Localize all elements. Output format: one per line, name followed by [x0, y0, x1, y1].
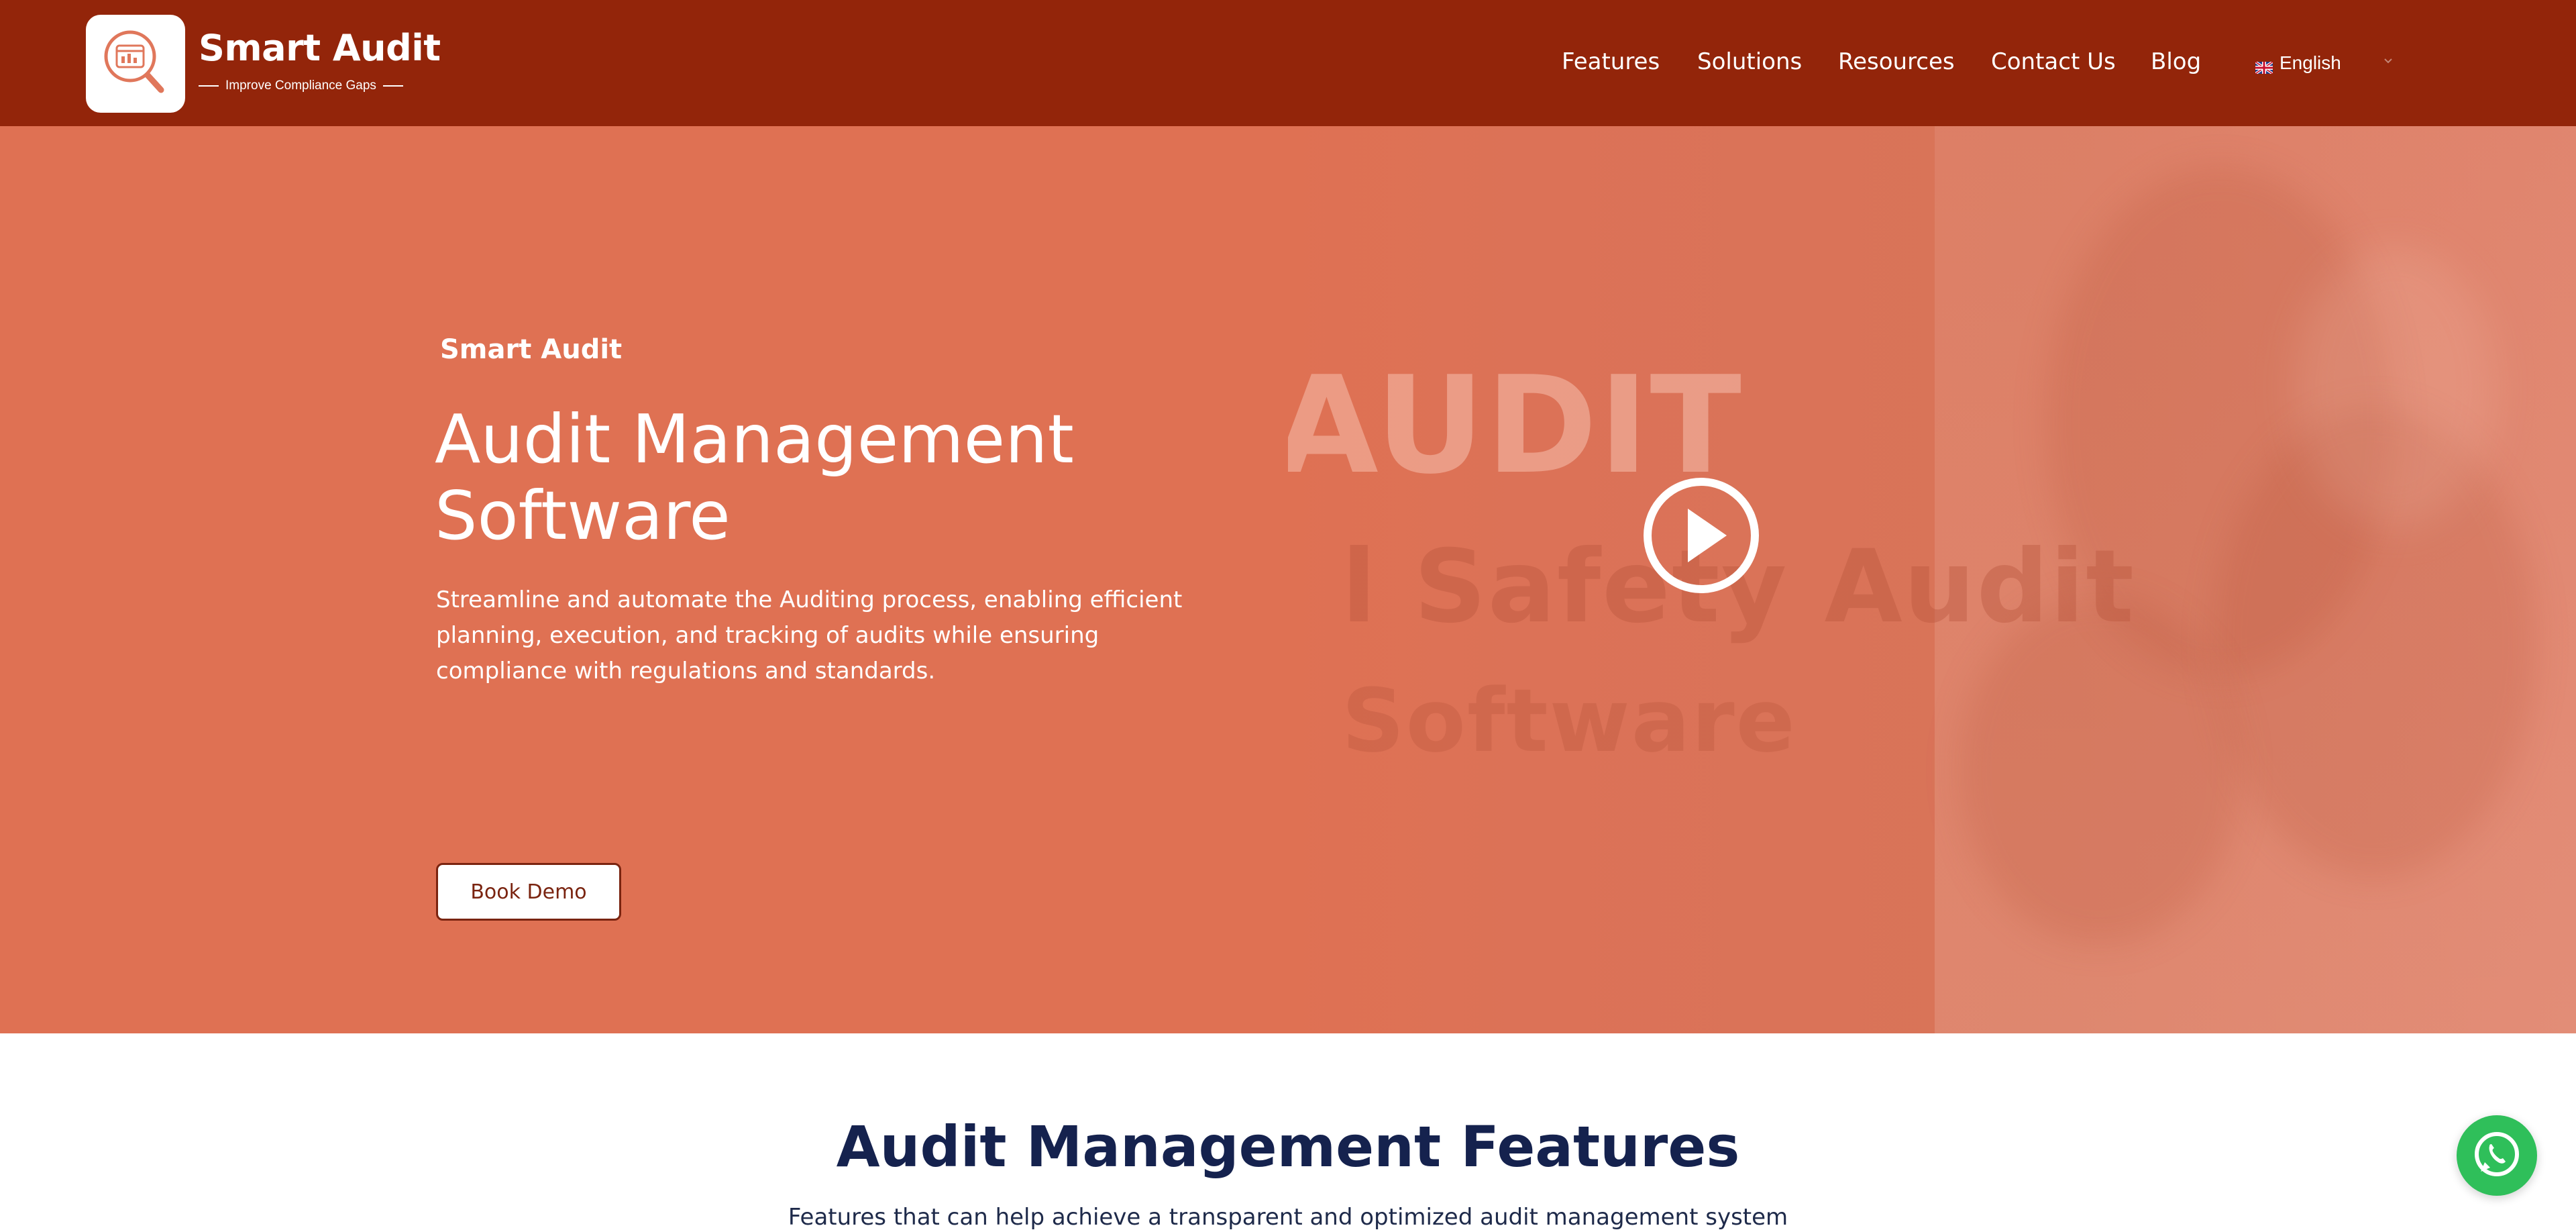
language-selector[interactable]: English [2254, 52, 2341, 75]
nav-item-features[interactable]: Features [1562, 48, 1660, 75]
nav-item-solutions[interactable]: Solutions [1697, 48, 1802, 75]
tagline-rule-right [382, 85, 403, 87]
site-header: Smart Audit Improve Compliance Gaps Feat… [0, 0, 2576, 126]
logo-icon[interactable] [86, 15, 185, 113]
tagline-rule-left [199, 85, 219, 87]
video-caption-software: Software [1342, 670, 1796, 772]
hero-section: AUDIT l Safety Audit Software Smart Audi… [0, 126, 2576, 1033]
nav-item-contact-us[interactable]: Contact Us [1991, 48, 2116, 75]
language-label: English [2279, 52, 2341, 73]
hero-video[interactable]: AUDIT l Safety Audit Software [1288, 126, 2576, 1033]
hero-description: Streamline and automate the Auditing pro… [436, 586, 1183, 684]
chevron-down-icon[interactable] [2381, 54, 2395, 70]
book-demo-button[interactable]: Book Demo [436, 863, 621, 921]
brand-tagline-text: Improve Compliance Gaps [225, 79, 376, 93]
video-highlight-shape [2294, 247, 2496, 529]
play-icon[interactable] [1641, 475, 1762, 596]
whatsapp-icon[interactable] [2457, 1115, 2537, 1196]
features-title: Audit Management Features [836, 1114, 1740, 1180]
video-figure-shape [1959, 596, 2241, 945]
brand-tagline: Improve Compliance Gaps [199, 76, 403, 95]
nav-item-resources[interactable]: Resources [1838, 48, 1955, 75]
nav-item-blog[interactable]: Blog [2151, 48, 2201, 75]
brand-name[interactable]: Smart Audit [199, 27, 441, 69]
hero-eyebrow: Smart Audit [440, 334, 623, 365]
uk-flag-icon [2254, 57, 2274, 75]
features-subtitle: Features that can help achieve a transpa… [788, 1204, 1788, 1231]
hero-title: Audit Management Software [435, 400, 1074, 555]
